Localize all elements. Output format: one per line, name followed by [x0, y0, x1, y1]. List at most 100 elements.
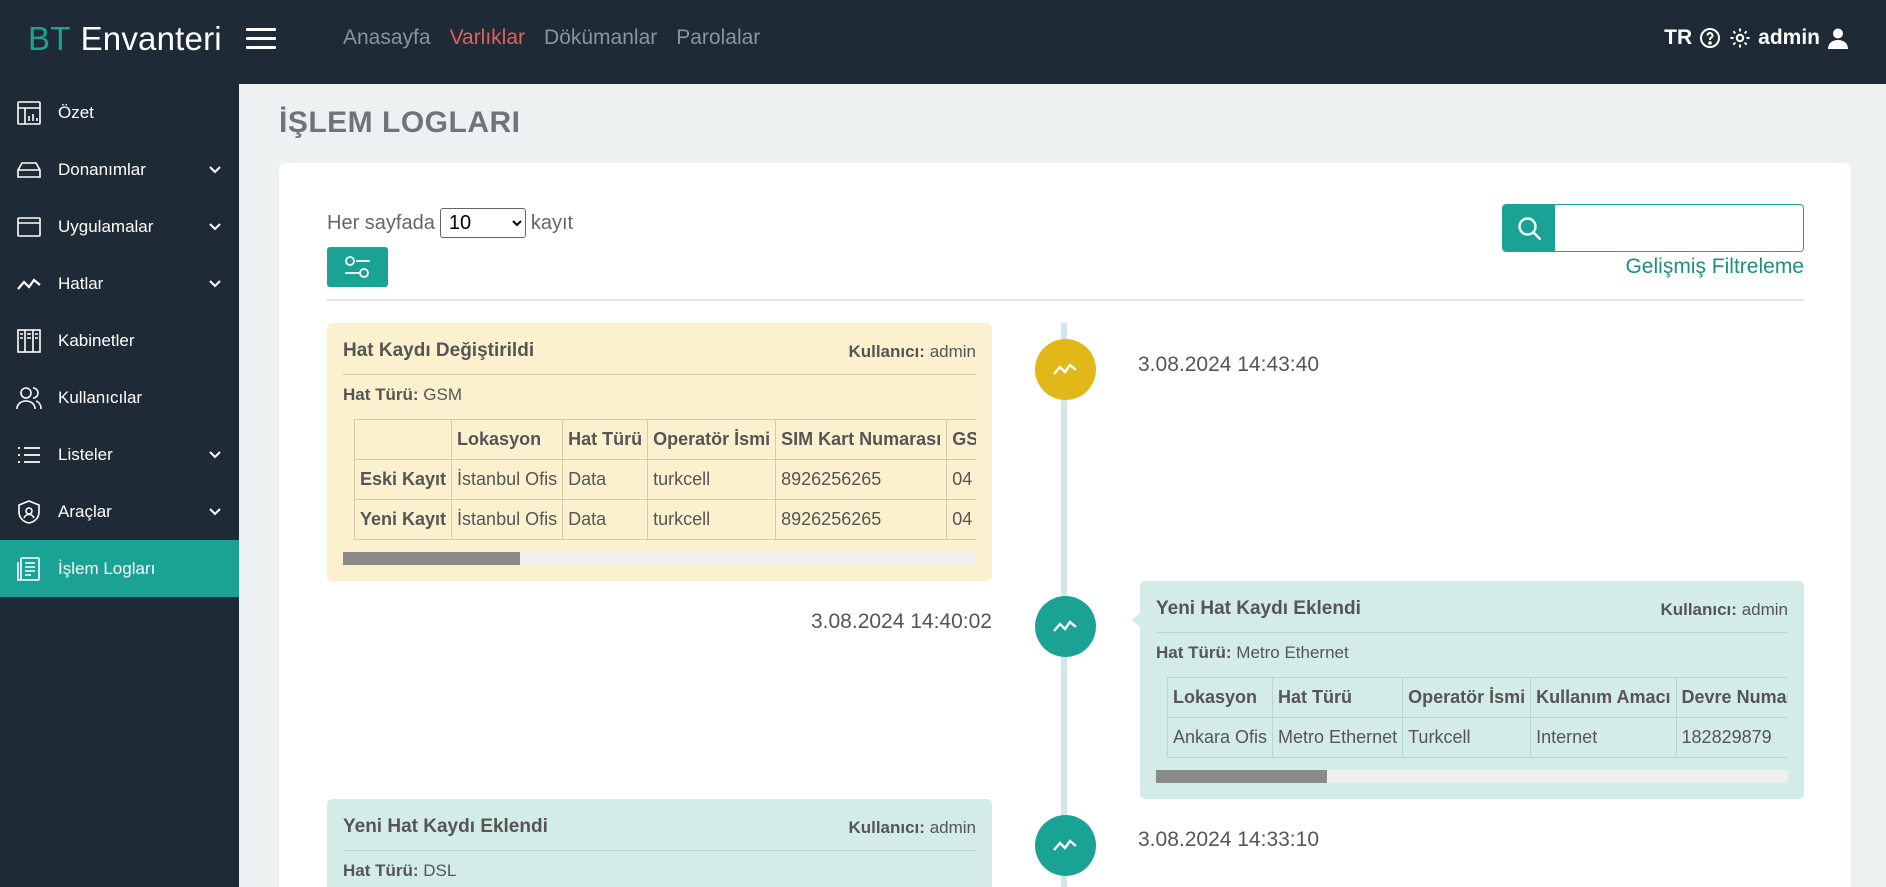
gear-icon[interactable] — [1728, 26, 1752, 50]
table-header: Hat Türü — [1272, 677, 1404, 718]
top-right-menu: TR admin — [1664, 26, 1850, 50]
table-header: Lokasyon — [1167, 677, 1274, 718]
sidebar-item-donanimlar[interactable]: Donanımlar — [0, 141, 239, 198]
user-icon[interactable] — [1826, 26, 1850, 50]
log-table-wrap: Lokasyon Hat Türü Operatör İsmi SIM Kart… — [354, 419, 976, 540]
log-user: Kullanıcı: admin — [848, 818, 976, 837]
line-chart-icon — [1053, 363, 1077, 375]
brand-logo[interactable]: BT Envanteri — [28, 20, 222, 58]
table-row: Eski Kayıt İstanbul Ofis Data turkcell 8… — [354, 459, 976, 500]
nav-dokumanlar[interactable]: Dökümanlar — [544, 26, 657, 50]
sidebar-item-kabinetler[interactable]: Kabinetler — [0, 312, 239, 369]
nav-varliklar[interactable]: Varlıklar — [450, 26, 525, 50]
divider — [327, 299, 1804, 301]
timeline-dot — [1035, 339, 1096, 400]
line-chart-icon — [1053, 620, 1077, 632]
log-user: Kullanıcı: admin — [848, 342, 976, 361]
brand-prefix: BT — [28, 20, 71, 57]
list-icon — [18, 447, 40, 463]
users-icon — [16, 387, 42, 410]
scrollbar-thumb[interactable] — [1156, 770, 1327, 783]
per-page-select[interactable]: 10 — [439, 208, 526, 238]
log-type: Hat Türü: GSM — [343, 385, 463, 404]
shield-icon — [18, 500, 40, 524]
log-table: Lokasyon Hat Türü Operatör İsmi Kullanım… — [1167, 677, 1788, 758]
per-page-control: Her sayfada 10 kayıt — [327, 208, 573, 238]
chevron-down-icon — [209, 223, 221, 231]
log-header: Yeni Hat Kaydı Eklendi Kullanıcı: admin — [1156, 595, 1788, 633]
timeline-dot — [1035, 596, 1096, 657]
nav-anasayfa[interactable]: Anasayfa — [343, 26, 431, 50]
log-type: Hat Türü: DSL — [343, 861, 457, 880]
table-header: GSM — [946, 419, 976, 460]
table-row: Ankara Ofis Metro Ethernet Turkcell Inte… — [1167, 717, 1788, 758]
table-header: Kullanım Amacı — [1530, 677, 1677, 718]
chevron-down-icon — [209, 280, 221, 288]
filter-toggle-button[interactable] — [327, 247, 388, 287]
log-card: Her sayfada 10 kayıt Gelişmiş Filtreleme… — [279, 163, 1851, 887]
sidebar: Özet Donanımlar Uygulamalar Hatlar Kabin… — [0, 84, 239, 887]
scrollbar-thumb[interactable] — [343, 552, 521, 565]
log-title: Hat Kaydı Değiştirildi — [343, 340, 535, 361]
top-nav: Anasayfa Varlıklar Dökümanlar Parolalar — [343, 26, 760, 50]
log-header: Hat Kaydı Değiştirildi Kullanıcı: admin — [343, 337, 976, 375]
log-title: Yeni Hat Kaydı Eklendi — [343, 816, 548, 837]
log-table: Lokasyon Hat Türü Operatör İsmi SIM Kart… — [354, 419, 976, 540]
table-header: Operatör İsmi — [647, 419, 777, 460]
sidebar-item-kullanicilar[interactable]: Kullanıcılar — [0, 369, 239, 426]
table-header: SIM Kart Numarası — [775, 419, 948, 460]
log-entry: Hat Kaydı Değiştirildi Kullanıcı: admin … — [327, 323, 992, 581]
horizontal-scrollbar[interactable] — [343, 552, 976, 565]
per-page-prefix: Her sayfada — [327, 211, 435, 234]
cabinet-icon — [17, 329, 41, 353]
log-title: Yeni Hat Kaydı Eklendi — [1156, 598, 1361, 619]
table-header: Devre Numarası — [1675, 677, 1788, 718]
sidebar-item-uygulamalar[interactable]: Uygulamalar — [0, 198, 239, 255]
table-header: Lokasyon — [451, 419, 564, 460]
log-date: 3.08.2024 14:40:02 — [810, 610, 992, 633]
search-input[interactable] — [1555, 205, 1803, 251]
table-header — [354, 419, 453, 460]
table-row: Yeni Kayıt İstanbul Ofis Data turkcell 8… — [354, 499, 976, 540]
search-button[interactable] — [1503, 205, 1555, 251]
window-icon — [17, 217, 41, 237]
chevron-down-icon — [209, 508, 221, 516]
line-chart-icon — [1053, 839, 1077, 851]
hardware-icon — [17, 162, 41, 178]
sidebar-item-araclar[interactable]: Araçlar — [0, 483, 239, 540]
per-page-suffix: kayıt — [530, 211, 574, 234]
sidebar-item-listeler[interactable]: Listeler — [0, 426, 239, 483]
dashboard-icon — [17, 101, 41, 125]
sidebar-item-islem-loglari[interactable]: İşlem Logları — [0, 540, 239, 597]
log-entry: Yeni Hat Kaydı Eklendi Kullanıcı: admin … — [327, 799, 992, 887]
search-icon — [1518, 217, 1542, 241]
nav-parolalar[interactable]: Parolalar — [676, 26, 760, 50]
log-user: Kullanıcı: admin — [1660, 600, 1788, 619]
document-icon — [17, 557, 40, 581]
log-header: Yeni Hat Kaydı Eklendi Kullanıcı: admin — [343, 813, 976, 851]
table-header: Operatör İsmi — [1402, 677, 1532, 718]
log-date: 3.08.2024 14:33:10 — [1138, 828, 1320, 851]
table-header: Hat Türü — [562, 419, 649, 460]
search-box — [1502, 204, 1804, 252]
sliders-icon — [345, 256, 370, 278]
log-table-wrap: Lokasyon Hat Türü Operatör İsmi Kullanım… — [1167, 677, 1788, 758]
sidebar-item-hatlar[interactable]: Hatlar — [0, 255, 239, 312]
page-title: İŞLEM LOGLARI — [279, 106, 521, 139]
advanced-filter-link[interactable]: Gelişmiş Filtreleme — [1625, 255, 1804, 279]
log-type: Hat Türü: Metro Ethernet — [1156, 643, 1349, 662]
chevron-down-icon — [209, 166, 221, 174]
top-bar: BT Envanteri Anasayfa Varlıklar Dökümanla… — [0, 0, 1886, 84]
chevron-down-icon — [209, 451, 221, 459]
log-entry: Yeni Hat Kaydı Eklendi Kullanıcı: admin … — [1140, 581, 1804, 799]
menu-toggle-icon[interactable] — [246, 28, 276, 52]
brand-name: Envanteri — [80, 20, 222, 57]
language-selector[interactable]: TR — [1664, 26, 1692, 50]
horizontal-scrollbar[interactable] — [1156, 770, 1788, 783]
user-name[interactable]: admin — [1758, 26, 1820, 50]
timeline-dot — [1035, 815, 1096, 876]
sidebar-item-ozet[interactable]: Özet — [0, 84, 239, 141]
log-date: 3.08.2024 14:43:40 — [1138, 353, 1320, 376]
line-chart-icon — [17, 278, 41, 290]
help-icon[interactable] — [1698, 26, 1722, 50]
